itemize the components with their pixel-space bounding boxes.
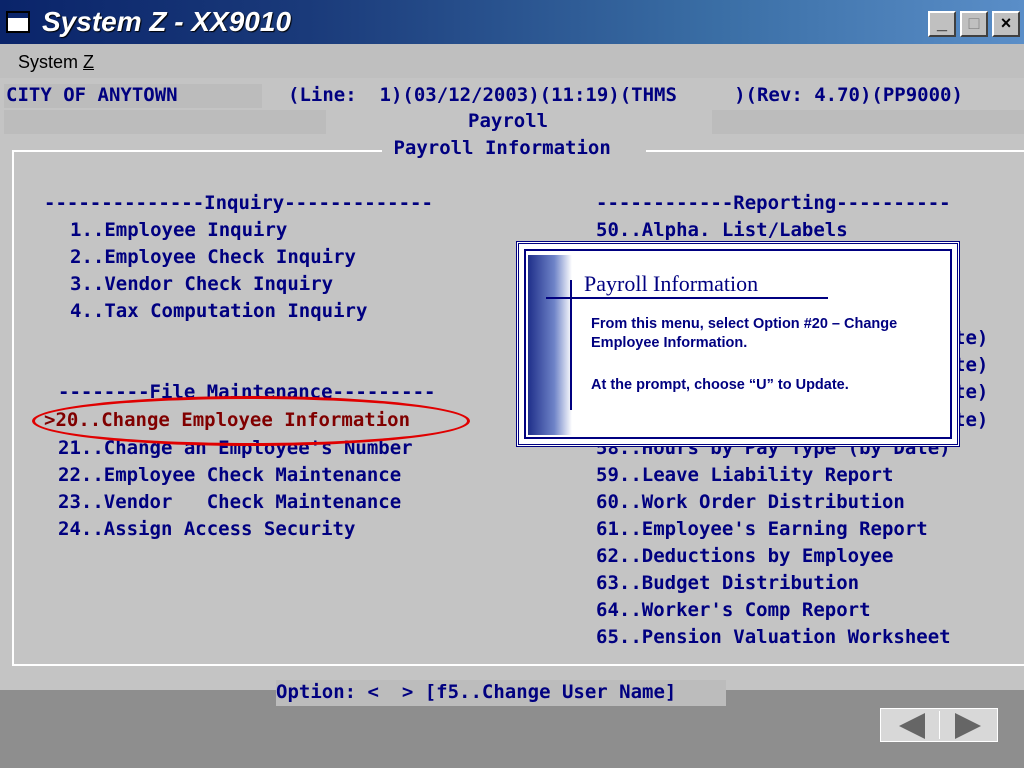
menu-option-2[interactable]: 2..Employee Check Inquiry [70, 246, 356, 268]
close-button[interactable]: × [992, 11, 1020, 37]
menu-bar: System Z [0, 44, 1024, 78]
slide-navigation [880, 708, 998, 742]
menu-option-63[interactable]: 63..Budget Distribution [596, 572, 859, 594]
title-bar[interactable]: System Z - XX9010 _ □ × [0, 0, 1024, 44]
window-icon[interactable] [6, 11, 30, 33]
callout-instruction-2: At the prompt, choose “U” to Update. [591, 377, 849, 393]
menu-option-4[interactable]: 4..Tax Computation Inquiry [70, 300, 367, 322]
panel-title: Payroll Information [382, 137, 623, 159]
menu-option-65[interactable]: 65..Pension Valuation Worksheet [596, 626, 951, 648]
menu-system[interactable]: System Z [18, 52, 94, 73]
callout-title: Payroll Information [584, 271, 759, 296]
menu-option-22[interactable]: 22..Employee Check Maintenance [58, 464, 401, 486]
menu-option-61[interactable]: 61..Employee's Earning Report [596, 518, 928, 540]
menu-option-64[interactable]: 64..Worker's Comp Report [596, 599, 871, 621]
maximize-button[interactable]: □ [960, 11, 988, 37]
option-prompt[interactable]: Option: < > [f5..Change User Name] [276, 681, 676, 703]
menu-option-3[interactable]: 3..Vendor Check Inquiry [70, 273, 333, 295]
inquiry-heading: --------------Inquiry------------- [44, 192, 433, 214]
nav-separator [939, 711, 940, 739]
highlight-ellipse [32, 396, 470, 446]
menu-system-accelerator: Z [83, 52, 95, 72]
menu-option-60[interactable]: 60..Work Order Distribution [596, 491, 905, 513]
menu-option-1[interactable]: 1..Employee Inquiry [70, 219, 287, 241]
left-header-bar [4, 110, 326, 134]
status-line: (Line: 1)(03/12/2003)(11:19)(THMS )(Rev:… [288, 84, 963, 106]
menu-option-24[interactable]: 24..Assign Access Security [58, 518, 355, 540]
menu-option-59[interactable]: 59..Leave Liability Report [596, 464, 893, 486]
callout-instruction-1: From this menu, select Option #20 – Chan… [591, 316, 898, 351]
window-title: System Z - XX9010 [42, 6, 292, 37]
menu-option-50[interactable]: 50..Alpha. List/Labels [596, 219, 848, 241]
right-header-bar [712, 110, 1024, 134]
callout-gradient-decoration [528, 255, 572, 435]
callout-vertical-rule [570, 280, 572, 410]
module-name: Payroll [468, 110, 549, 132]
triangle-right-icon[interactable] [955, 713, 981, 739]
minimize-button[interactable]: _ [928, 11, 956, 37]
menu-system-label: System [18, 52, 84, 72]
menu-option-62[interactable]: 62..Deductions by Employee [596, 545, 893, 567]
menu-option-23[interactable]: 23..Vendor Check Maintenance [58, 491, 401, 513]
triangle-left-icon[interactable] [899, 713, 925, 739]
callout-title-rule [546, 297, 828, 299]
city-name: CITY OF ANYTOWN [6, 84, 178, 106]
reporting-heading: ------------Reporting---------- [596, 192, 951, 214]
